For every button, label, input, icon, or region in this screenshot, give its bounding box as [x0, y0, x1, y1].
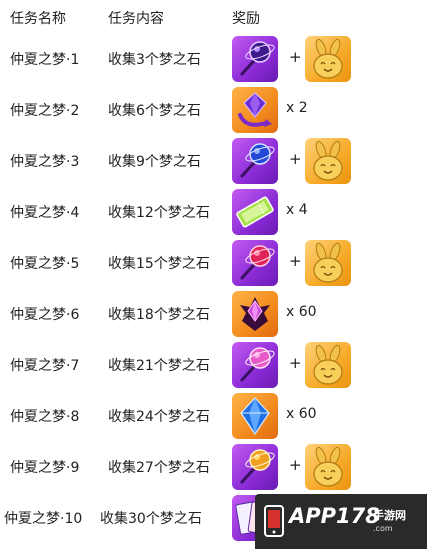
phone-logo-icon — [264, 505, 284, 537]
red-orb-wand-icon — [232, 240, 278, 286]
table-row: 仲夏之梦·4 收集12个梦之石 x 4 — [0, 187, 427, 237]
golden-bunny-bag-icon — [305, 444, 351, 490]
task-name: 仲夏之梦·7 — [10, 358, 80, 374]
gold-orb-wand-icon — [232, 444, 278, 490]
task-content: 收集3个梦之石 — [108, 52, 201, 68]
task-name: 仲夏之梦·1 — [10, 52, 80, 68]
table-row: 仲夏之梦·3 收集9个梦之石 + — [0, 136, 427, 186]
golden-bunny-bag-icon — [305, 36, 351, 82]
table-row: 仲夏之梦·6 收集18个梦之石 x 60 — [0, 289, 427, 339]
reward-quantity: x 4 — [286, 202, 308, 218]
golden-bunny-bag-icon — [305, 342, 351, 388]
task-name: 仲夏之梦·10 — [4, 511, 83, 527]
green-ticket-icon — [232, 189, 278, 235]
dark-crystal-flower-icon — [232, 291, 278, 337]
table-row: 仲夏之梦·9 收集27个梦之石 + — [0, 442, 427, 492]
task-name: 仲夏之梦·6 — [10, 307, 80, 323]
golden-bunny-bag-icon — [305, 240, 351, 286]
plus-sign: + — [289, 252, 302, 270]
table-row: 仲夏之梦·5 收集15个梦之石 + — [0, 238, 427, 288]
watermark-url: .com — [373, 524, 393, 533]
task-content: 收集27个梦之石 — [108, 460, 210, 476]
task-content: 收集9个梦之石 — [108, 154, 201, 170]
task-name: 仲夏之梦·5 — [10, 256, 80, 272]
reward-quantity: x 60 — [286, 406, 317, 422]
task-name: 仲夏之梦·4 — [10, 205, 80, 221]
purple-orb-wand-icon — [232, 36, 278, 82]
golden-bunny-bag-icon — [305, 138, 351, 184]
task-name: 仲夏之梦·3 — [10, 154, 80, 170]
header-name: 任务名称 — [10, 11, 66, 27]
app178-watermark: APP178 手游网 .com — [255, 494, 427, 549]
plus-sign: + — [289, 150, 302, 168]
table-header: 任务名称 任务内容 奖励 — [0, 8, 427, 30]
task-content: 收集21个梦之石 — [108, 358, 210, 374]
blue-orb-wand-icon — [232, 138, 278, 184]
plus-sign: + — [289, 48, 302, 66]
header-content: 任务内容 — [108, 11, 164, 27]
table-row: 仲夏之梦·8 收集24个梦之石 x 60 — [0, 391, 427, 441]
table-row: 仲夏之梦·1 收集3个梦之石 + — [0, 34, 427, 84]
task-content: 收集30个梦之石 — [100, 511, 202, 527]
watermark-logo: APP178 — [289, 504, 380, 528]
watermark-cn: 手游网 — [373, 509, 406, 522]
plus-sign: + — [289, 354, 302, 372]
table-row: 仲夏之梦·2 收集6个梦之石 x 2 — [0, 85, 427, 135]
pink-orb-wand-icon — [232, 342, 278, 388]
blue-diamond-icon — [232, 393, 278, 439]
task-name: 仲夏之梦·8 — [10, 409, 80, 425]
task-content: 收集12个梦之石 — [108, 205, 210, 221]
task-content: 收集6个梦之石 — [108, 103, 201, 119]
task-name: 仲夏之梦·9 — [10, 460, 80, 476]
reward-quantity: x 2 — [286, 100, 308, 116]
table-row: 仲夏之梦·7 收集21个梦之石 + — [0, 340, 427, 390]
purple-gem-arrow-icon — [232, 87, 278, 133]
task-name: 仲夏之梦·2 — [10, 103, 80, 119]
task-content: 收集18个梦之石 — [108, 307, 210, 323]
reward-quantity: x 60 — [286, 304, 317, 320]
plus-sign: + — [289, 456, 302, 474]
task-content: 收集24个梦之石 — [108, 409, 210, 425]
header-reward: 奖励 — [232, 11, 260, 27]
task-content: 收集15个梦之石 — [108, 256, 210, 272]
